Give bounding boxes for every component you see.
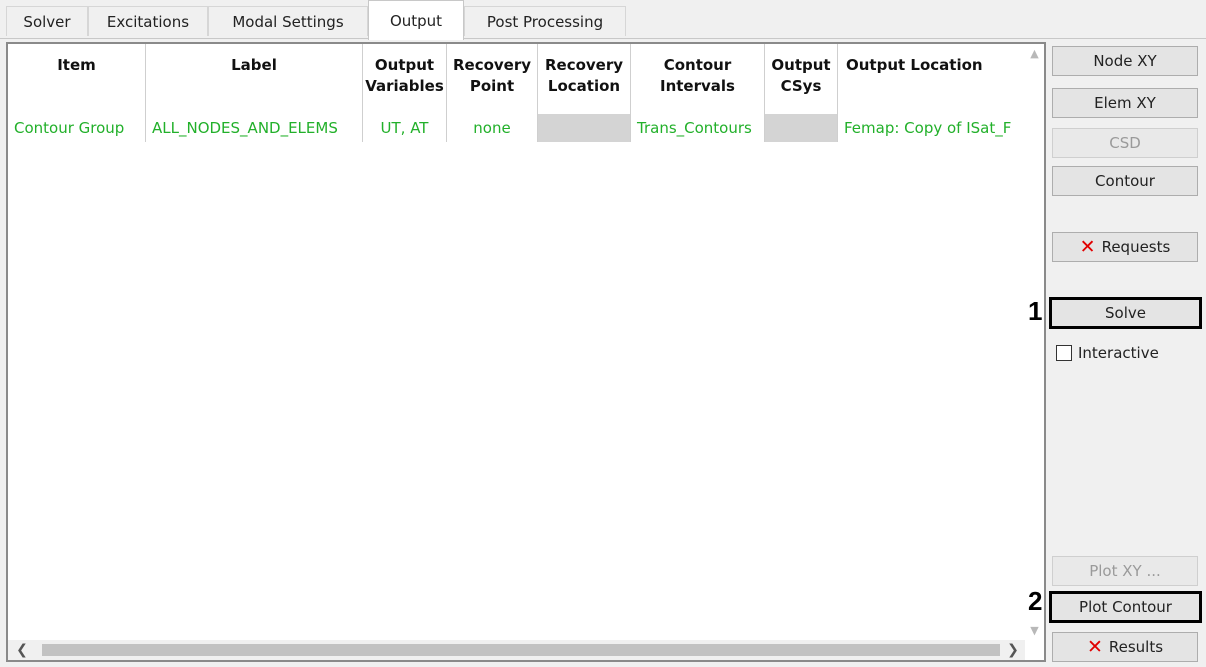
cell-output-variables[interactable]: UT, AT [363,114,447,142]
results-button[interactable]: ✕ Results [1052,632,1198,662]
cell-item[interactable]: Contour Group [8,114,146,142]
csd-button[interactable]: CSD [1052,128,1198,158]
cell-output-location[interactable]: Femap: Copy of ISat_F [838,114,1025,142]
checkbox-box[interactable] [1056,345,1072,361]
requests-button[interactable]: ✕ Requests [1052,232,1198,262]
elem-xy-button[interactable]: Elem XY [1052,88,1198,118]
tab-strip: Solver Excitations Modal Settings Output… [0,0,1206,40]
output-requests-grid[interactable]: Item Label Output Variables Recovery Poi… [6,42,1046,662]
tab-solver[interactable]: Solver [6,6,88,36]
plot-xy-button[interactable]: Plot XY ... [1052,556,1198,586]
step-marker-2: 2 [1028,586,1043,616]
cell-recovery-location[interactable] [538,114,631,142]
vertical-scrollbar[interactable]: ▲ ▼ [1025,44,1044,640]
column-header-output-variables[interactable]: Output Variables [363,44,447,114]
scroll-left-icon[interactable]: ❮ [12,640,32,660]
requests-label: Requests [1101,238,1171,256]
contour-button[interactable]: Contour [1052,166,1198,196]
cell-label[interactable]: ALL_NODES_AND_ELEMS [146,114,363,142]
column-header-text: Point [469,77,515,95]
column-header-text: Contour [663,56,732,74]
solve-button[interactable]: Solve [1049,297,1202,329]
horizontal-scrollbar[interactable]: ❮ ❯ [8,640,1025,660]
tab-post-processing[interactable]: Post Processing [464,6,626,36]
column-header-recovery-point[interactable]: Recovery Point [447,44,538,114]
column-header-text: Recovery [452,56,532,74]
column-header-text: Recovery [544,56,624,74]
column-header-text: Label [231,56,277,74]
red-x-icon: ✕ [1079,235,1096,258]
scroll-down-icon[interactable]: ▼ [1025,621,1044,640]
cell-contour-intervals[interactable]: Trans_Contours [631,114,765,142]
tab-output[interactable]: Output [368,0,464,40]
column-header-text: Item [57,56,96,74]
step-marker-1: 1 [1028,296,1043,326]
scroll-up-icon[interactable]: ▲ [1025,44,1044,63]
column-header-text: Variables [365,77,444,95]
cell-recovery-point[interactable]: none [447,114,538,142]
scroll-right-icon[interactable]: ❯ [1003,640,1023,660]
column-header-text: Intervals [660,77,735,95]
column-header-text: Output Location [846,56,983,74]
column-header-contour-intervals[interactable]: Contour Intervals [631,44,765,114]
interactive-checkbox[interactable]: Interactive [1056,344,1159,362]
column-header-recovery-location[interactable]: Recovery Location [538,44,631,114]
column-header-text: Location [547,77,621,95]
results-label: Results [1108,638,1164,656]
tab-excitations[interactable]: Excitations [88,6,208,36]
column-header-text: CSys [780,77,822,95]
interactive-label: Interactive [1078,344,1159,362]
plot-contour-button[interactable]: Plot Contour [1049,591,1202,623]
column-header-output-csys[interactable]: Output CSys [765,44,838,114]
column-header-text: Output [374,56,435,74]
column-header-text: Output [771,56,831,74]
horizontal-scroll-thumb[interactable] [42,644,1000,656]
column-header-item[interactable]: Item [8,44,146,114]
column-header-label[interactable]: Label [146,44,363,114]
column-header-output-location[interactable]: Output Location [838,44,1025,114]
red-x-icon: ✕ [1086,635,1103,658]
node-xy-button[interactable]: Node XY [1052,46,1198,76]
cell-output-csys[interactable] [765,114,838,142]
tab-modal-settings[interactable]: Modal Settings [208,6,368,36]
